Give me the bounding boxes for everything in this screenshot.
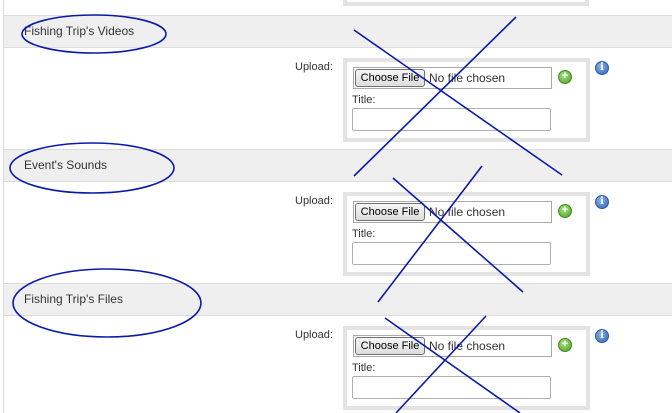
section-title-sounds: Event's Sounds: [24, 158, 108, 172]
no-file-text: No file chosen: [429, 71, 506, 85]
add-icon[interactable]: +: [558, 204, 572, 218]
upload-field-box: Choose File No file chosen Title:: [343, 192, 590, 276]
choose-file-button[interactable]: Choose File: [355, 69, 425, 87]
no-file-text: No file chosen: [429, 339, 506, 353]
upload-field-box: Choose File No file chosen Title:: [343, 58, 590, 142]
no-file-text: No file chosen: [429, 205, 506, 219]
add-icon[interactable]: +: [558, 338, 572, 352]
title-input[interactable]: [352, 242, 551, 265]
info-icon[interactable]: i: [595, 195, 609, 209]
title-label: Title:: [352, 228, 376, 240]
upload-field-box: Choose File No file chosen Title:: [343, 326, 590, 410]
upload-label: Upload:: [295, 61, 333, 73]
page-left-border: [3, 0, 4, 413]
choose-file-button[interactable]: Choose File: [355, 337, 425, 355]
upload-label: Upload:: [295, 329, 333, 341]
title-label: Title:: [352, 94, 376, 106]
file-input[interactable]: Choose File No file chosen: [353, 201, 552, 223]
section-title-files: Fishing Trip's Files: [24, 292, 123, 306]
info-icon[interactable]: i: [595, 61, 609, 75]
title-input[interactable]: [352, 108, 551, 131]
title-input[interactable]: [352, 376, 551, 399]
choose-file-button[interactable]: Choose File: [355, 203, 425, 221]
file-input[interactable]: Choose File No file chosen: [353, 67, 552, 89]
info-icon[interactable]: i: [595, 329, 609, 343]
add-icon[interactable]: +: [558, 70, 572, 84]
upload-label: Upload:: [295, 195, 333, 207]
title-label: Title:: [352, 362, 376, 374]
file-input[interactable]: Choose File No file chosen: [353, 335, 552, 357]
section-title-videos: Fishing Trip's Videos: [24, 24, 135, 38]
previous-field-box: [343, 0, 589, 6]
